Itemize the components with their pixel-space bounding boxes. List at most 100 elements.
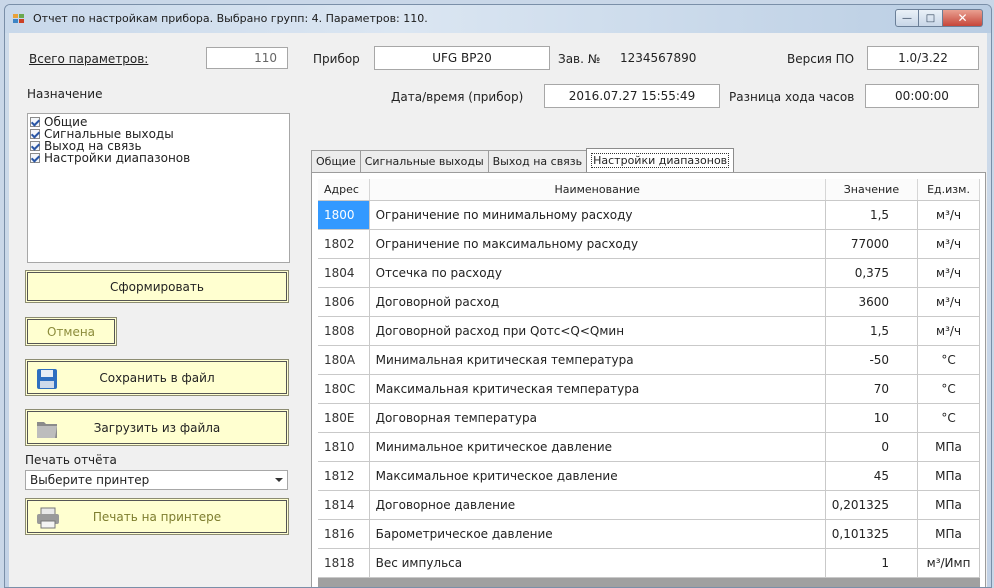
save-to-file-button[interactable]: Сохранить в файл (25, 359, 289, 396)
cell-address[interactable]: 1816 (318, 519, 370, 549)
cell-address[interactable]: 180A (318, 345, 370, 375)
cell-address[interactable]: 1802 (318, 229, 370, 259)
cell-unit[interactable]: °C (917, 345, 980, 375)
tab-connection[interactable]: Выход на связь (487, 150, 588, 172)
cell-value[interactable]: 0,101325 (825, 519, 919, 549)
cell-name[interactable]: Барометрическое давление (369, 519, 826, 549)
cell-name[interactable]: Договорное давление (369, 490, 826, 520)
cell-value[interactable]: 70 (825, 374, 919, 404)
app-icon (13, 14, 25, 24)
checkbox-general[interactable] (30, 117, 40, 127)
table-row[interactable]: 1810 Минимальное критическое давление 0 МПа (318, 432, 980, 462)
table-row[interactable]: 180C Максимальная критическая температура… (318, 374, 980, 404)
cancel-button[interactable]: Отмена (25, 317, 117, 346)
table-row[interactable]: 1812 Максимальное критическое давление 45 М… (318, 461, 980, 491)
cell-address[interactable]: 180E (318, 403, 370, 433)
cell-name[interactable]: Максимальная критическая температура (369, 374, 826, 404)
title-bar[interactable]: Отчет по настройкам прибора. Выбрано гру… (5, 5, 991, 33)
grid-header-row: Адрес Наименование Значение Ед.изм. (318, 179, 980, 201)
table-row[interactable]: 1806 Договорной расход 3600 м³/ч (318, 287, 980, 317)
cell-name[interactable]: Минимальное критическое давление (369, 432, 826, 462)
cell-value[interactable]: 45 (825, 461, 919, 491)
printer-select[interactable]: Выберите принтер (25, 470, 288, 490)
cell-value[interactable]: 77000 (825, 229, 919, 259)
table-row[interactable]: 1814 Договорное давление 0,201325 МПа (318, 490, 980, 520)
cell-value[interactable]: 1 (825, 548, 919, 578)
cell-unit[interactable]: м³/ч (917, 316, 980, 346)
cell-name[interactable]: Ограничение по максимальному расходу (369, 229, 826, 259)
total-params-label: Всего параметров: (29, 52, 149, 66)
cell-unit[interactable]: МПа (917, 519, 980, 549)
table-row[interactable]: 1800 Ограничение по минимальному расходу 1… (318, 200, 980, 230)
device-value: UFG BP20 (374, 46, 550, 70)
checkbox-range-settings[interactable] (30, 153, 40, 163)
cell-unit[interactable]: °C (917, 374, 980, 404)
parameters-grid[interactable]: Адрес Наименование Значение Ед.изм. 1800… (318, 179, 980, 587)
tab-signal-outputs[interactable]: Сигнальные выходы (359, 150, 489, 172)
cell-address[interactable]: 1812 (318, 461, 370, 491)
tab-range-settings[interactable]: Настройки диапазонов (586, 148, 735, 172)
cell-value[interactable]: 0,201325 (825, 490, 919, 520)
cell-name[interactable]: Договорная температура (369, 403, 826, 433)
cell-unit[interactable]: м³/ч (917, 229, 980, 259)
table-row[interactable]: 1802 Ограничение по максимальному расходу… (318, 229, 980, 259)
cell-name[interactable]: Отсечка по расходу (369, 258, 826, 288)
column-header-name[interactable]: Наименование (369, 179, 826, 201)
cell-name[interactable]: Ограничение по минимальному расходу (369, 200, 826, 230)
cell-unit[interactable]: МПа (917, 432, 980, 462)
cell-value[interactable]: 1,5 (825, 200, 919, 230)
grid-body: 1800 Ограничение по минимальному расходу 1… (318, 200, 980, 578)
tab-general[interactable]: Общие (311, 150, 361, 172)
cell-address[interactable]: 1808 (318, 316, 370, 346)
cell-address[interactable]: 1818 (318, 548, 370, 578)
column-header-value[interactable]: Значение (825, 179, 919, 201)
cell-value[interactable]: 1,5 (825, 316, 919, 346)
cell-unit[interactable]: м³/ч (917, 258, 980, 288)
close-button[interactable]: ✕ (943, 9, 983, 27)
cell-unit[interactable]: м³/Имп (917, 548, 980, 578)
checkbox-signal-outputs[interactable] (30, 129, 40, 139)
cell-address[interactable]: 1804 (318, 258, 370, 288)
device-label: Прибор (313, 52, 360, 66)
cell-value[interactable]: 3600 (825, 287, 919, 317)
cell-name[interactable]: Договорной расход при Qотс<Q<Qмин (369, 316, 826, 346)
firmware-value: 1.0/3.22 (867, 46, 979, 70)
group-item-range-settings[interactable]: Настройки диапазонов (30, 152, 287, 164)
cell-name[interactable]: Договорной расход (369, 287, 826, 317)
table-row[interactable]: 180E Договорная температура 10 °C (318, 403, 980, 433)
table-row[interactable]: 180A Минимальная критическая температура -… (318, 345, 980, 375)
cell-unit[interactable]: МПа (917, 461, 980, 491)
table-row[interactable]: 1804 Отсечка по расходу 0,375 м³/ч (318, 258, 980, 288)
cell-address[interactable]: 1806 (318, 287, 370, 317)
minimize-button[interactable]: — (895, 9, 919, 27)
cell-value[interactable]: 0,375 (825, 258, 919, 288)
maximize-button[interactable]: □ (919, 9, 943, 27)
cell-unit[interactable]: МПа (917, 490, 980, 520)
cell-name[interactable]: Минимальная критическая температура (369, 345, 826, 375)
load-from-file-button[interactable]: Загрузить из файла (25, 409, 289, 446)
dropdown-arrow-icon (275, 478, 283, 482)
cell-unit[interactable]: м³/ч (917, 200, 980, 230)
generate-button[interactable]: Сформировать (25, 270, 289, 303)
cell-value[interactable]: 10 (825, 403, 919, 433)
column-header-address[interactable]: Адрес (318, 179, 370, 201)
column-header-unit[interactable]: Ед.изм. (917, 179, 980, 201)
print-button[interactable]: Печать на принтере (25, 498, 289, 535)
cell-value[interactable]: 0 (825, 432, 919, 462)
cell-address[interactable]: 1800 (318, 200, 370, 230)
cell-address[interactable]: 180C (318, 374, 370, 404)
cell-unit[interactable]: м³/ч (917, 287, 980, 317)
printer-select-value: Выберите принтер (30, 473, 150, 487)
cell-name[interactable]: Максимальное критическое давление (369, 461, 826, 491)
cell-name[interactable]: Вес импульса (369, 548, 826, 578)
checkbox-connection[interactable] (30, 141, 40, 151)
table-row[interactable]: 1816 Барометрическое давление 0,101325 МПа (318, 519, 980, 549)
floppy-disk-icon (36, 368, 58, 393)
groups-checklist[interactable]: Общие Сигнальные выходы Выход на связь Н… (27, 113, 290, 263)
cell-address[interactable]: 1810 (318, 432, 370, 462)
table-row[interactable]: 1818 Вес импульса 1 м³/Имп (318, 548, 980, 578)
table-row[interactable]: 1808 Договорной расход при Qотс<Q<Qмин 1,5… (318, 316, 980, 346)
cell-address[interactable]: 1814 (318, 490, 370, 520)
cell-unit[interactable]: °C (917, 403, 980, 433)
cell-value[interactable]: -50 (825, 345, 919, 375)
